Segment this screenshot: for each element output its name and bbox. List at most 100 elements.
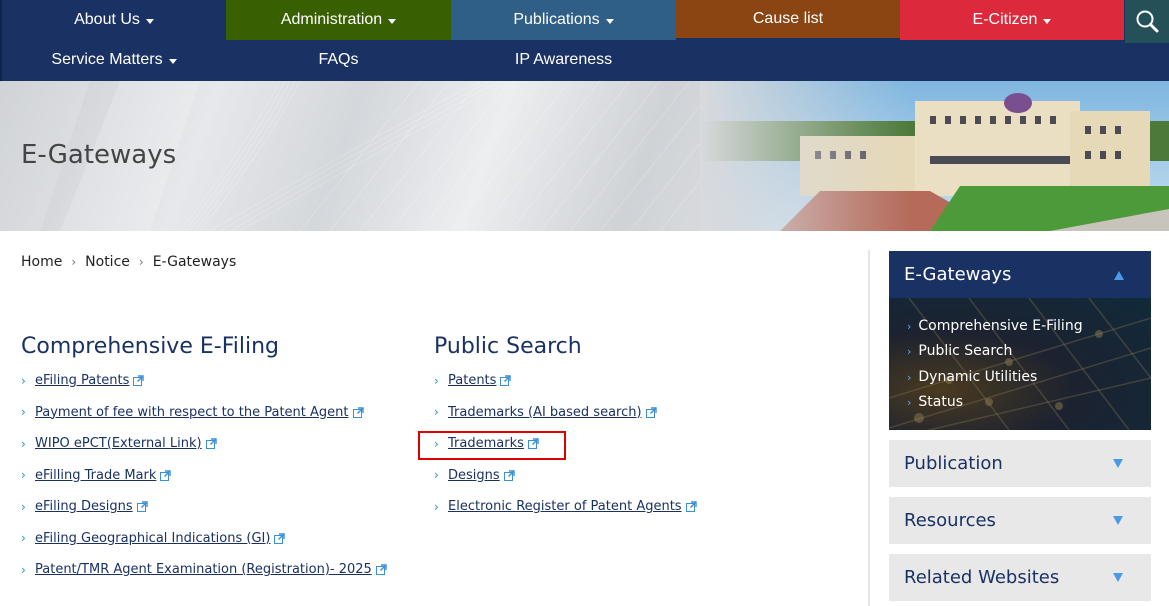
chevron-right-icon: › — [138, 255, 144, 269]
nav-label: Cause list — [752, 10, 824, 27]
nav-about-us[interactable]: About Us — [2, 0, 226, 40]
link-item[interactable]: › Trademarks (AI based search) — [434, 405, 657, 420]
chevron-right-icon: › — [21, 499, 26, 514]
column-divider — [868, 250, 870, 606]
link-text[interactable]: Patents — [448, 373, 496, 388]
accordion-label: Publication — [904, 453, 1003, 474]
nav-label: Publications — [513, 11, 600, 28]
sidebar-link-label: Public Search — [918, 343, 1013, 359]
nav-service-matters[interactable]: Service Matters — [2, 40, 226, 80]
link-text[interactable]: eFiling Geographical Indications (GI) — [35, 531, 270, 546]
sidebar-link-dynamic-utilities[interactable]: › Dynamic Utilities — [907, 369, 1037, 385]
nav-publications[interactable]: Publications — [451, 0, 676, 40]
sidebar-link-label: Comprehensive E-Filing — [918, 318, 1083, 334]
sidebar-link-public-search[interactable]: › Public Search — [907, 343, 1012, 359]
search-button[interactable] — [1125, 0, 1169, 43]
link-text[interactable]: Patent/TMR Agent Examination (Registrati… — [35, 562, 372, 577]
link-item[interactable]: › eFiling Patents — [21, 373, 145, 388]
nav-label: Service Matters — [51, 51, 163, 68]
nav-label: E-Citizen — [972, 11, 1038, 28]
nav-ip-awareness[interactable]: IP Awareness — [451, 40, 676, 80]
page-title: E-Gateways — [21, 140, 177, 170]
link-item[interactable]: › Payment of fee with respect to the Pate… — [21, 405, 364, 420]
triangle-down-icon — [1113, 516, 1123, 525]
accordion-label: Related Websites — [904, 567, 1060, 588]
link-item[interactable]: › WIPO ePCT(External Link) — [21, 436, 217, 451]
breadcrumb: Home › Notice › E-Gateways — [21, 254, 236, 270]
search-icon — [1136, 10, 1159, 32]
sidebar-link-label: Status — [918, 394, 964, 410]
nav-label: IP Awareness — [514, 51, 613, 68]
nav-faqs[interactable]: FAQs — [226, 40, 451, 80]
section-title-e-filing: Comprehensive E-Filing — [21, 334, 279, 359]
link-text[interactable]: eFilling Trade Mark — [35, 468, 156, 483]
chevron-right-icon: › — [21, 436, 26, 451]
breadcrumb-notice[interactable]: Notice — [85, 254, 130, 270]
link-item[interactable]: › eFiling Designs — [21, 499, 148, 514]
accordion-label: Resources — [904, 510, 996, 531]
triangle-down-icon — [1113, 459, 1123, 468]
caret-down-icon — [168, 59, 177, 64]
external-link-icon — [133, 375, 145, 386]
link-text[interactable]: Electronic Register of Patent Agents — [448, 499, 682, 514]
sidebar-e-gateways-body: › Comprehensive E-Filing › Public Search ›… — [889, 298, 1151, 430]
external-link-icon — [160, 469, 172, 481]
chevron-right-icon: › — [907, 370, 912, 384]
sidebar-link-label: Dynamic Utilities — [918, 369, 1038, 385]
nav-cause-list[interactable]: Cause list — [676, 0, 900, 38]
external-link-icon — [503, 469, 515, 481]
link-item[interactable]: › Patents — [434, 373, 512, 388]
link-text[interactable]: Payment of fee with respect to the Paten… — [35, 405, 349, 420]
sidebar-header-label: E-Gateways — [904, 264, 1012, 285]
nav-administration[interactable]: Administration — [226, 0, 451, 40]
sidebar-e-gateways-header[interactable]: E-Gateways — [889, 251, 1151, 298]
chevron-right-icon: › — [434, 405, 439, 419]
breadcrumb-current: E-Gateways — [152, 254, 237, 270]
link-text[interactable]: Designs — [448, 468, 500, 483]
caret-down-icon — [1043, 19, 1052, 24]
chevron-right-icon: › — [434, 373, 439, 388]
sidebar-related-websites[interactable]: Related Websites — [889, 554, 1151, 601]
caret-down-icon — [145, 19, 154, 24]
chevron-right-icon: › — [21, 562, 26, 577]
link-text[interactable]: eFiling Patents — [35, 373, 129, 388]
nav-label: About Us — [74, 11, 140, 28]
link-item[interactable]: › Patent/TMR Agent Examination (Registrat… — [21, 562, 387, 577]
sidebar-publication[interactable]: Publication — [889, 440, 1151, 487]
link-item[interactable]: › Designs — [434, 468, 515, 483]
section-title-public-search: Public Search — [434, 334, 582, 359]
sidebar-link-status[interactable]: › Status — [907, 394, 963, 410]
external-link-icon — [645, 406, 657, 418]
caret-down-icon — [388, 19, 397, 24]
nav-e-citizen[interactable]: E-Citizen — [900, 0, 1124, 40]
chevron-right-icon: › — [21, 373, 26, 388]
external-link-icon — [375, 564, 387, 575]
link-text[interactable]: Trademarks (AI based search) — [448, 405, 642, 420]
chevron-right-icon: › — [21, 531, 26, 545]
chevron-right-icon: › — [21, 468, 26, 482]
nav-label: FAQs — [318, 51, 359, 68]
sidebar-resources[interactable]: Resources — [889, 497, 1151, 544]
sidebar-link-comprehensive-e-filing[interactable]: › Comprehensive E-Filing — [907, 318, 1083, 334]
office-building-photo — [700, 81, 1169, 231]
chevron-right-icon: › — [434, 468, 439, 482]
external-link-icon — [136, 501, 148, 512]
external-link-icon — [274, 532, 286, 544]
triangle-up-icon — [1114, 271, 1124, 280]
breadcrumb-home[interactable]: Home — [21, 254, 62, 270]
link-item[interactable]: › eFilling Trade Mark — [21, 468, 172, 483]
external-link-icon — [205, 438, 217, 449]
chevron-right-icon: › — [434, 499, 439, 514]
nav-label: Administration — [280, 11, 383, 28]
external-link-icon — [685, 501, 697, 512]
external-link-icon — [500, 375, 512, 386]
link-text[interactable]: WIPO ePCT(External Link) — [35, 436, 202, 451]
link-item[interactable]: › Electronic Register of Patent Agents — [434, 499, 697, 514]
link-text[interactable]: eFiling Designs — [35, 499, 133, 514]
chevron-right-icon: › — [21, 405, 26, 419]
link-item[interactable]: › eFiling Geographical Indications (GI) — [21, 531, 286, 546]
triangle-down-icon — [1113, 573, 1123, 582]
caret-down-icon — [605, 19, 614, 24]
chevron-right-icon: › — [907, 319, 912, 333]
page-banner: E-Gateways — [0, 81, 1169, 231]
